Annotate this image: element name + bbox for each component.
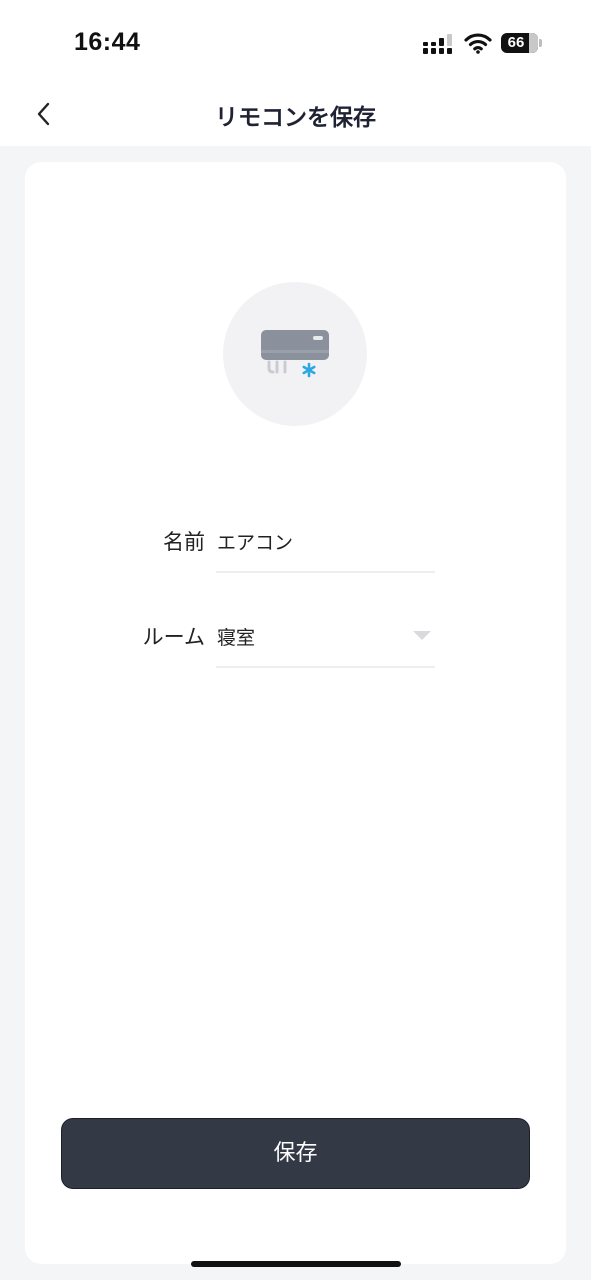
room-select[interactable]: 寝室 — [217, 623, 255, 650]
cellular-signal-icon — [423, 34, 452, 54]
battery-level: 66 — [507, 34, 525, 51]
device-icon-container[interactable] — [223, 282, 367, 426]
save-button[interactable]: 保存 — [61, 1118, 530, 1189]
room-label: ルーム — [142, 625, 205, 649]
name-input[interactable]: エアコン — [217, 528, 293, 555]
air-conditioner-icon — [261, 330, 329, 378]
wifi-icon — [464, 33, 492, 54]
battery-icon: 66 — [501, 33, 543, 55]
nav-bar: リモコンを保存 — [0, 88, 591, 146]
status-time: 16:44 — [74, 28, 141, 56]
caret-down-icon[interactable] — [413, 631, 431, 641]
home-indicator[interactable] — [191, 1261, 401, 1267]
status-bar: 16:44 66 — [0, 0, 591, 88]
page-title: リモコンを保存 — [215, 105, 376, 131]
room-underline — [216, 666, 435, 668]
name-underline — [216, 571, 435, 573]
name-label: 名前 — [163, 530, 205, 554]
save-remote-card: 名前 エアコン ルーム 寝室 保存 — [25, 162, 566, 1264]
